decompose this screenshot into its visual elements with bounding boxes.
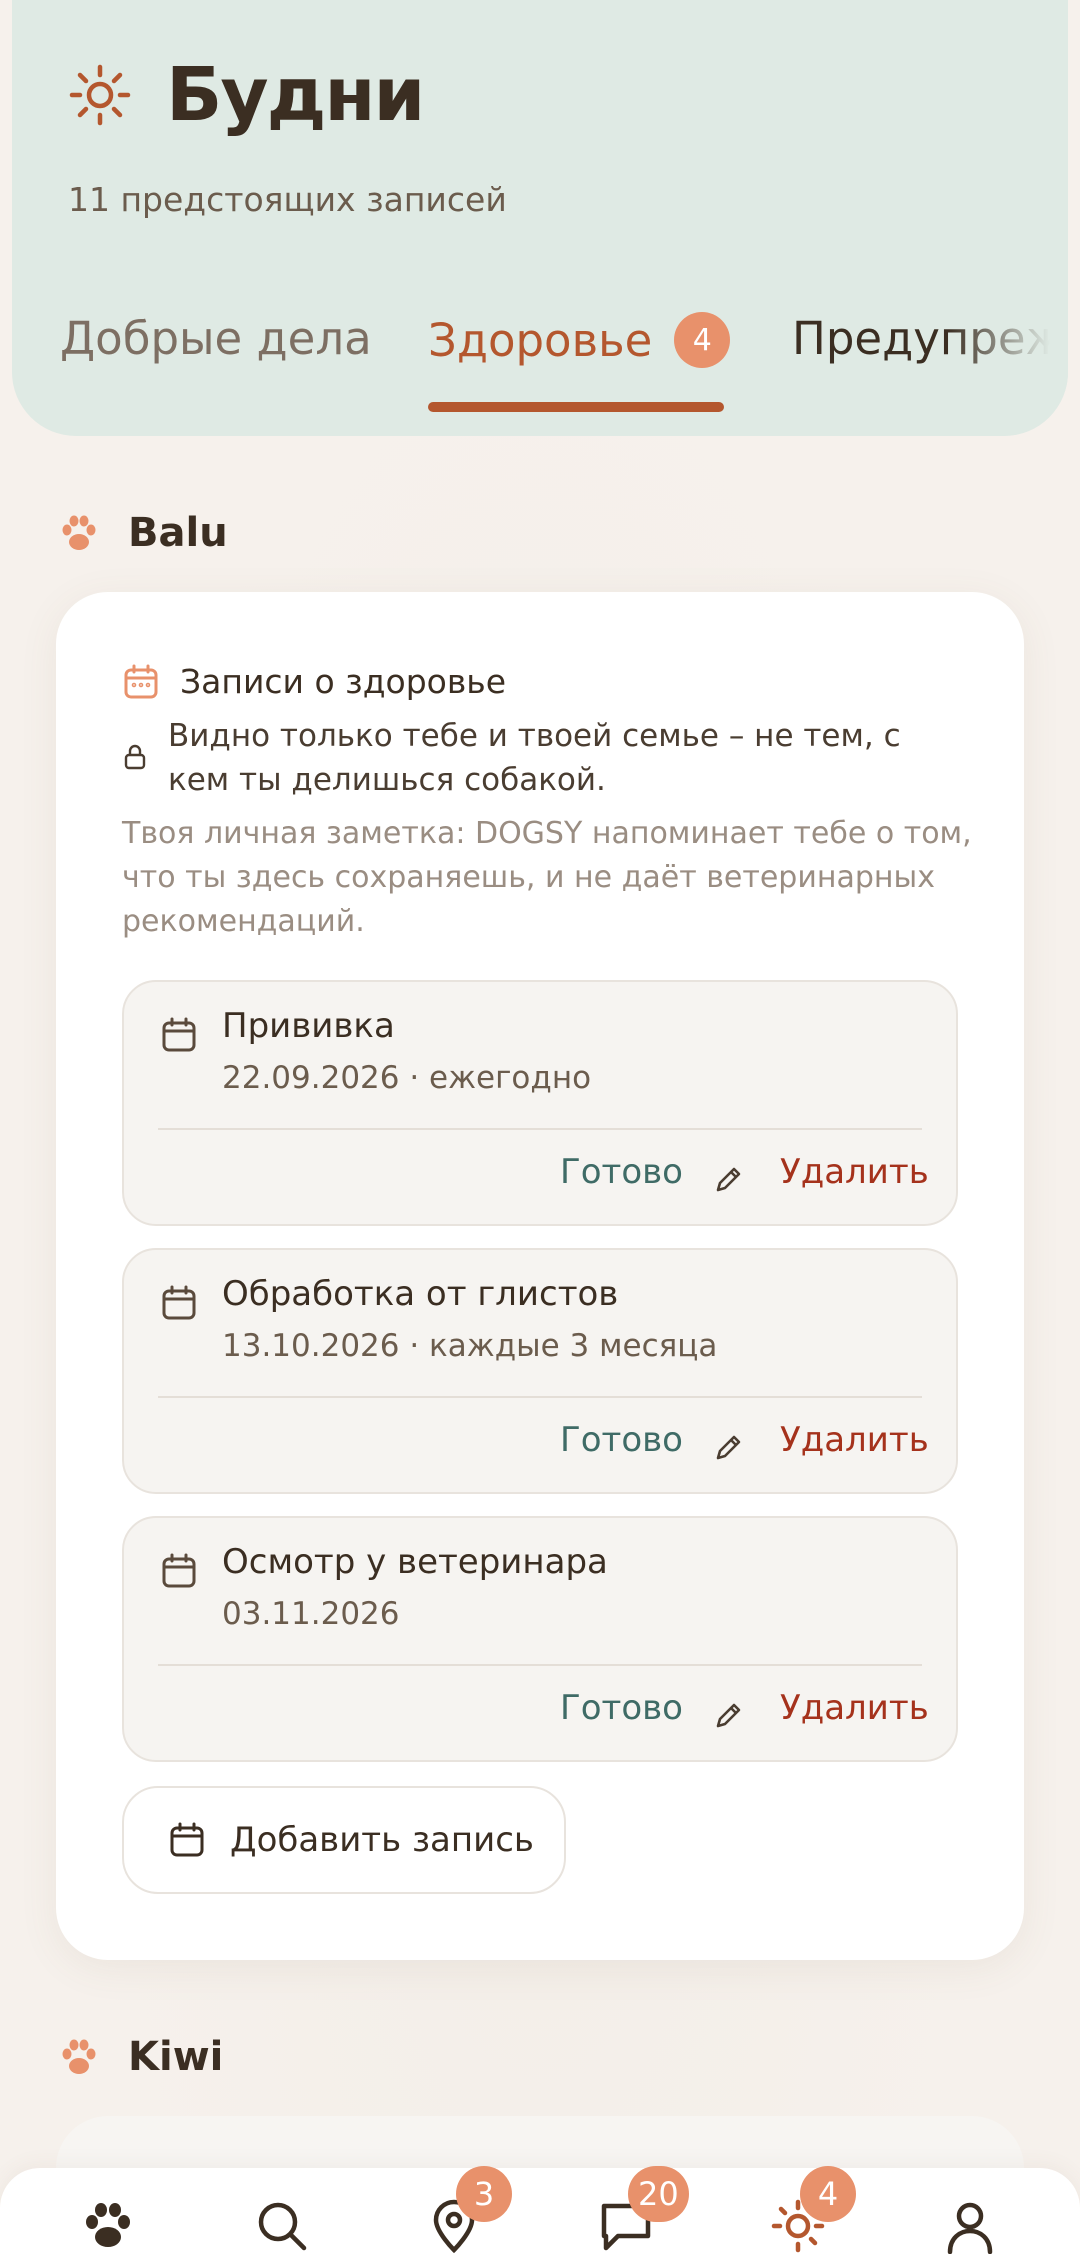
profile-icon <box>947 2202 993 2255</box>
disclaimer-note: Твоя личная заметка: DOGSY напоминает те… <box>122 816 972 939</box>
add-entry-button[interactable]: Добавить запись <box>122 1786 566 1894</box>
lock-icon <box>124 744 146 770</box>
sun-icon <box>69 64 131 126</box>
nav-profile[interactable] <box>942 2198 1002 2258</box>
divider <box>158 1664 922 1666</box>
paw-icon <box>62 2039 96 2074</box>
health-entry: Прививка 22.09.2026 · ежегодно Готово Уд… <box>122 980 958 1226</box>
card-title: Записи о здоровье <box>180 662 507 701</box>
title-row: Будни <box>68 52 425 138</box>
search-icon <box>258 2202 307 2251</box>
delete-button[interactable]: Удалить <box>780 1152 929 1192</box>
paw-icon <box>86 2203 130 2247</box>
pencil-icon[interactable] <box>712 1698 746 1732</box>
nav-search[interactable] <box>254 2198 314 2258</box>
divider <box>158 1128 922 1130</box>
nav-everyday-badge: 4 <box>800 2166 856 2222</box>
done-button[interactable]: Готово <box>560 1688 683 1728</box>
nav-map-badge: 3 <box>456 2166 512 2222</box>
health-records-card: Записи о здоровье Видно только тебе и тв… <box>56 592 1024 1960</box>
tab-fade-overlay <box>948 300 1068 436</box>
active-tab-indicator <box>428 402 724 412</box>
nav-everyday[interactable]: 4 <box>770 2166 856 2258</box>
calendar-icon <box>162 1553 196 1588</box>
card-title-row: Записи о здоровье <box>122 662 506 701</box>
bottom-nav: 3 20 4 <box>0 2166 1080 2268</box>
calendar-icon <box>162 1017 196 1052</box>
tab-health-label: Здоровье <box>428 313 653 367</box>
pencil-icon[interactable] <box>712 1430 746 1464</box>
done-button[interactable]: Готово <box>560 1152 683 1192</box>
entry-title: Осмотр у ветеринара <box>222 1542 608 1582</box>
entry-title: Прививка <box>222 1006 395 1046</box>
done-button[interactable]: Готово <box>560 1420 683 1460</box>
calendar-icon <box>124 664 158 698</box>
tab-health[interactable]: Здоровье 4 <box>428 312 731 368</box>
page-header: Будни 11 предстоящих записей Добрые дела… <box>12 0 1068 436</box>
calendar-icon <box>162 1285 196 1320</box>
dog-name: Kiwi <box>128 2034 224 2080</box>
privacy-text: Видно только тебе и твоей семье – не тем… <box>168 718 901 798</box>
dog-name: Balu <box>128 510 228 556</box>
nav-map[interactable]: 3 <box>426 2166 512 2258</box>
nav-chat[interactable]: 20 <box>598 2166 689 2258</box>
entry-date: 13.10.2026 · каждые 3 месяца <box>222 1328 718 1364</box>
privacy-notice: Видно только тебе и твоей семье – не тем… <box>122 714 952 802</box>
divider <box>158 1396 922 1398</box>
calendar-icon <box>170 1822 204 1857</box>
nav-chat-badge: 20 <box>628 2166 689 2222</box>
paw-icon <box>62 515 96 550</box>
section-header-balu: Balu <box>58 510 228 556</box>
entry-date: 22.09.2026 · ежегодно <box>222 1060 592 1096</box>
health-entry: Обработка от глистов 13.10.2026 · каждые… <box>122 1248 958 1494</box>
tab-good-deeds[interactable]: Добрые дела <box>60 312 372 365</box>
pencil-icon[interactable] <box>712 1162 746 1196</box>
delete-button[interactable]: Удалить <box>780 1420 929 1460</box>
page-title: Будни <box>166 52 425 138</box>
entry-date: 03.11.2026 <box>222 1596 400 1632</box>
health-entry: Осмотр у ветеринара 03.11.2026 Готово Уд… <box>122 1516 958 1762</box>
tab-bar: Добрые дела Здоровье 4 Предупреждения <box>12 300 1068 436</box>
nav-dogs[interactable] <box>80 2198 140 2258</box>
section-header-kiwi: Kiwi <box>58 2034 223 2080</box>
tab-health-badge: 4 <box>674 312 731 368</box>
add-entry-label: Добавить запись <box>230 1820 534 1860</box>
delete-button[interactable]: Удалить <box>780 1688 929 1728</box>
upcoming-count: 11 предстоящих записей <box>68 180 507 219</box>
entry-title: Обработка от глистов <box>222 1274 619 1314</box>
